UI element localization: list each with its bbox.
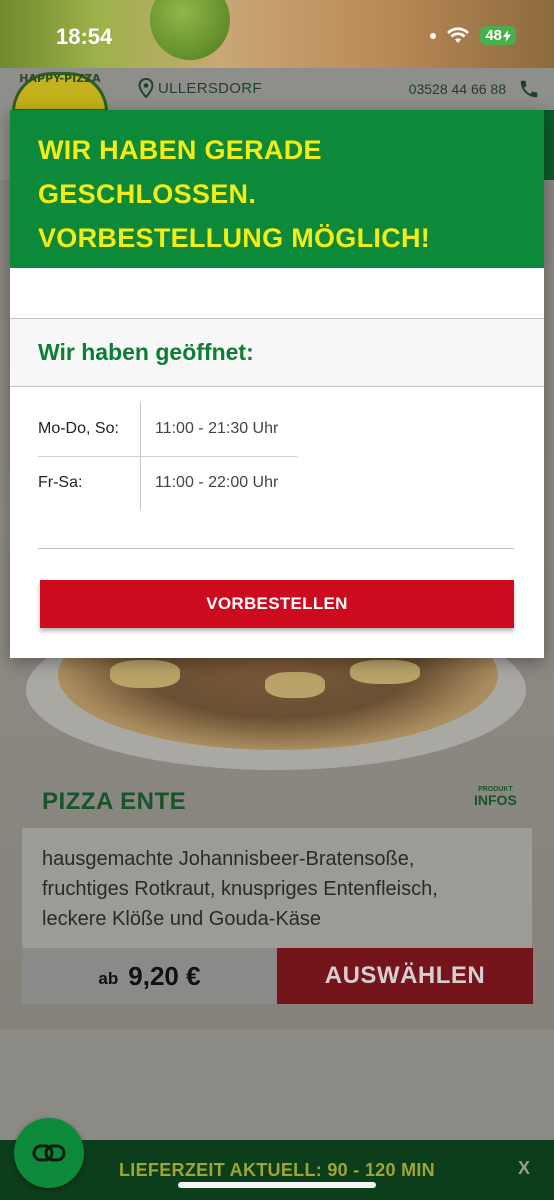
- select-button[interactable]: AUSWÄHLEN: [277, 948, 533, 1004]
- link-icon: [32, 1144, 66, 1162]
- divider: [38, 548, 514, 549]
- modal-title-line: WIR HABEN GERADE: [38, 135, 322, 165]
- product-description: hausgemachte Johannisbeer-Bratensoße, fr…: [42, 844, 512, 934]
- description-line: hausgemachte Johannisbeer-Bratensoße,: [42, 848, 415, 870]
- hours-row: Mo-Do, So: 11:00 - 21:30 Uhr: [38, 402, 299, 456]
- battery-indicator: 48: [480, 26, 516, 45]
- home-indicator: [178, 1182, 376, 1188]
- logo-text: HAPPY-PIZZA: [19, 72, 101, 85]
- description-line: fruchtiges Rotkraut, knuspriges Entenfle…: [42, 878, 438, 900]
- phone-icon: [520, 80, 538, 98]
- preorder-button[interactable]: VORBESTELLEN: [40, 580, 514, 628]
- opening-hours-title: Wir haben geöffnet:: [38, 339, 254, 365]
- hours-time: 11:00 - 22:00 Uhr: [155, 474, 279, 491]
- modal-header: WIR HABEN GERADE GESCHLOSSEN. VORBESTELL…: [10, 110, 544, 268]
- product-name: PIZZA ENTE: [42, 788, 187, 815]
- price-prefix: ab: [98, 969, 119, 988]
- battery-level: 48: [485, 27, 502, 44]
- status-time: 18:54: [56, 24, 113, 49]
- price-box: ab 9,20 €: [22, 948, 277, 1004]
- hours-time: 11:00 - 21:30 Uhr: [155, 420, 279, 437]
- opening-hours-header: Wir haben geöffnet:: [10, 319, 544, 387]
- location-selector[interactable]: ULLERSDORF: [138, 78, 262, 98]
- hours-row: Fr-Sa: 11:00 - 22:00 Uhr: [38, 456, 299, 510]
- description-line: leckere Klöße und Gouda-Käse: [42, 908, 322, 930]
- location-label: ULLERSDORF: [158, 79, 262, 97]
- modal-title-line: GESCHLOSSEN.: [38, 179, 257, 209]
- delivery-time-text: LIEFERZEIT AKTUELL: 90 - 120 MIN: [119, 1160, 435, 1180]
- location-pin-icon: [138, 78, 154, 98]
- close-delivery-bar-button[interactable]: X: [518, 1158, 530, 1179]
- closed-notice-modal: WIR HABEN GERADE GESCHLOSSEN. VORBESTELL…: [10, 110, 544, 658]
- modal-title-line: VORBESTELLUNG MÖGLICH!: [38, 223, 431, 253]
- hours-days: Fr-Sa:: [38, 474, 83, 491]
- price-value: 9,20 €: [128, 960, 201, 991]
- charging-bolt-icon: [503, 29, 511, 42]
- next-product-image: [0, 1030, 554, 1140]
- hours-days: Mo-Do, So:: [38, 420, 119, 437]
- status-icons: 48: [430, 26, 516, 45]
- floating-action-button[interactable]: [14, 1118, 84, 1188]
- phone-link[interactable]: 03528 44 66 88: [409, 78, 540, 100]
- product-infos-big: INFOS: [474, 792, 517, 808]
- wifi-icon: [447, 26, 470, 43]
- privacy-dot-icon: [430, 32, 437, 39]
- phone-number: 03528 44 66 88: [408, 81, 506, 97]
- product-infos-link[interactable]: PRODUKT INFOS: [474, 786, 517, 807]
- hours-row-divider: [38, 456, 297, 457]
